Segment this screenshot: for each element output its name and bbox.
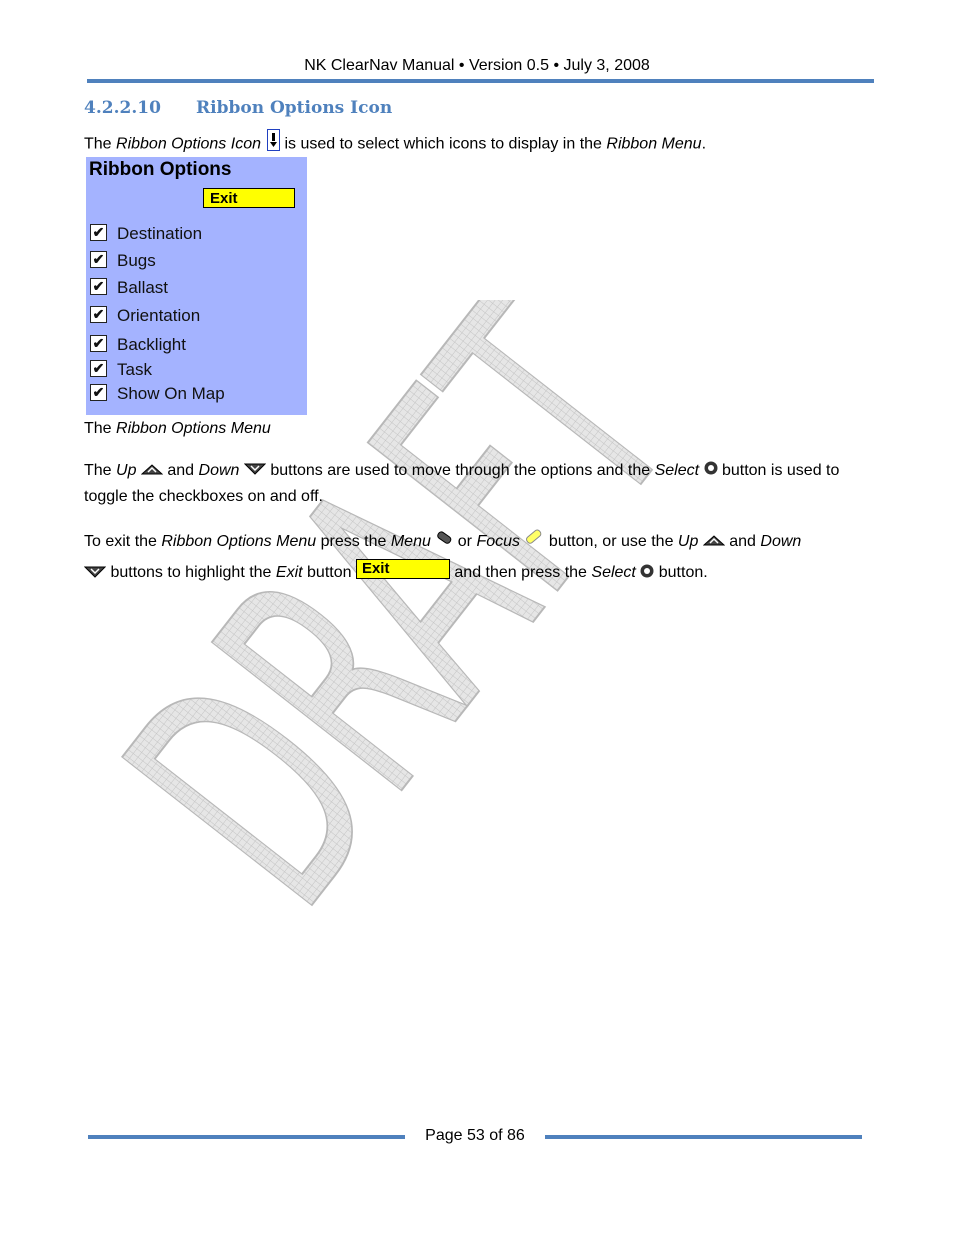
checkbox-checked: ✔ bbox=[90, 360, 107, 378]
option-ballast: ✔ Ballast bbox=[90, 277, 168, 299]
page-header: NK ClearNav Manual • Version 0.5 • July … bbox=[304, 57, 650, 74]
menu-button-icon bbox=[435, 526, 453, 557]
option-orientation: ✔ Orientation bbox=[90, 305, 200, 327]
section-title: Ribbon Options Icon bbox=[196, 98, 393, 118]
select-button-icon bbox=[704, 458, 718, 484]
down-button-icon bbox=[83, 558, 107, 589]
ribbon-options-menu-screenshot: Ribbon Options Exit ✔ Destination ✔ Bugs ✔… bbox=[86, 157, 307, 415]
checkbox-checked: ✔ bbox=[90, 384, 107, 402]
option-destination: ✔ Destination bbox=[90, 223, 202, 245]
ribbon-options-icon bbox=[267, 129, 280, 160]
up-button-icon bbox=[702, 526, 726, 557]
footer-rule-left bbox=[88, 1135, 405, 1139]
header-rule bbox=[87, 79, 874, 83]
footer-rule-right bbox=[545, 1135, 862, 1139]
checkbox-checked: ✔ bbox=[90, 278, 107, 296]
select-button-icon bbox=[640, 558, 654, 589]
checkbox-checked: ✔ bbox=[90, 251, 107, 269]
checkbox-checked: ✔ bbox=[90, 224, 107, 242]
focus-button-icon bbox=[524, 526, 544, 557]
figure-caption: The Ribbon Options Menu bbox=[84, 420, 271, 437]
checkbox-checked: ✔ bbox=[90, 306, 107, 324]
intro-paragraph: The Ribbon Options Icon is used to selec… bbox=[84, 129, 864, 160]
checkbox-checked: ✔ bbox=[90, 335, 107, 353]
option-show-on-map: ✔ Show On Map bbox=[90, 383, 225, 405]
option-task: ✔ Task bbox=[90, 359, 152, 381]
paragraph-exit: To exit the Ribbon Options Menu press th… bbox=[83, 526, 864, 589]
down-button-icon bbox=[243, 458, 267, 484]
option-backlight: ✔ Backlight bbox=[90, 334, 186, 356]
section-number: 4.2.2.10 bbox=[84, 98, 161, 118]
section-heading: 4.2.2.10 Ribbon Options Icon bbox=[84, 98, 392, 118]
exit-button-image: Exit bbox=[355, 559, 450, 580]
page-number: Page 53 of 86 bbox=[425, 1127, 525, 1144]
option-bugs: ✔ Bugs bbox=[90, 250, 156, 272]
ribbon-options-title: Ribbon Options bbox=[89, 159, 232, 180]
up-button-icon bbox=[140, 458, 164, 484]
paragraph-navigation: The Up and Down buttons are used to move… bbox=[84, 458, 864, 510]
exit-button: Exit bbox=[203, 188, 295, 208]
